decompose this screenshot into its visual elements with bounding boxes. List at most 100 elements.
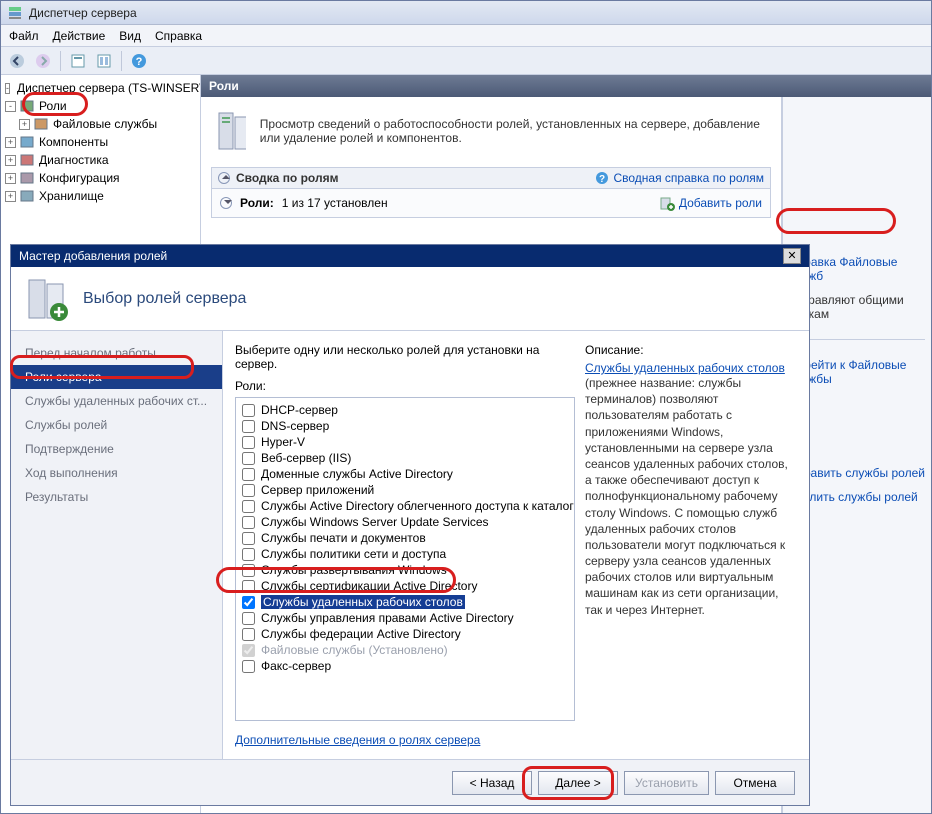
role-label: DNS-сервер xyxy=(261,419,329,433)
help-button[interactable]: ? xyxy=(127,50,151,72)
expand-icon[interactable] xyxy=(220,197,232,209)
back-button[interactable]: < Назад xyxy=(452,771,532,795)
role-label: Службы федерации Active Directory xyxy=(261,627,461,641)
summary-help-link[interactable]: ?Сводная справка по ролям xyxy=(595,171,764,185)
expander-icon[interactable]: - xyxy=(5,83,10,94)
tree-node-icon xyxy=(19,188,35,204)
role-checkbox[interactable] xyxy=(242,468,255,481)
role-label: Службы управления правами Active Directo… xyxy=(261,611,514,625)
content-header: Роли xyxy=(201,75,931,97)
role-checkbox[interactable] xyxy=(242,420,255,433)
roles-listbox[interactable]: DHCP-сервер DNS-серверHyper-VВеб-сервер (… xyxy=(235,397,575,721)
role-item[interactable]: Доменные службы Active Directory xyxy=(242,466,568,482)
properties-button[interactable] xyxy=(66,50,90,72)
role-label: Службы удаленных рабочих столов xyxy=(261,595,465,609)
expander-icon[interactable]: + xyxy=(5,173,16,184)
expander-icon[interactable]: + xyxy=(5,137,16,148)
role-item[interactable]: Службы управления правами Active Directo… xyxy=(242,610,568,626)
role-checkbox[interactable] xyxy=(242,484,255,497)
expander-icon[interactable]: + xyxy=(5,155,16,166)
tree-node-label: Диагностика xyxy=(39,153,109,167)
wizard-step[interactable]: Результаты xyxy=(11,485,222,509)
tree-node-label: Конфигурация xyxy=(39,171,120,185)
summary-section-header[interactable]: Сводка по ролям ?Сводная справка по роля… xyxy=(211,167,771,189)
role-item[interactable]: Службы политики сети и доступа xyxy=(242,546,568,562)
role-checkbox[interactable] xyxy=(242,596,255,609)
role-item[interactable]: Факс-сервер xyxy=(242,658,568,674)
tree-node[interactable]: + Диагностика xyxy=(1,151,200,169)
role-item[interactable]: Службы удаленных рабочих столов xyxy=(242,594,568,610)
nav-back-button[interactable] xyxy=(5,50,29,72)
role-checkbox[interactable] xyxy=(242,436,255,449)
wizard-step[interactable]: Ход выполнения xyxy=(11,461,222,485)
wizard-step[interactable]: Подтверждение xyxy=(11,437,222,461)
tree-node-icon xyxy=(19,152,35,168)
role-checkbox[interactable] xyxy=(242,612,255,625)
role-label: Файловые службы (Установлено) xyxy=(261,643,448,657)
server-icon xyxy=(7,5,23,21)
tree-root[interactable]: - Диспетчер сервера (TS-WINSERV xyxy=(1,79,200,97)
next-button[interactable]: Далее > xyxy=(538,771,618,795)
role-label: Доменные службы Active Directory xyxy=(261,467,453,481)
main-titlebar[interactable]: Диспетчер сервера xyxy=(1,1,931,25)
wizard-close-button[interactable]: ✕ xyxy=(783,248,801,264)
description-body: (прежнее название: службы терминалов) по… xyxy=(585,376,788,617)
role-item[interactable]: Hyper-V xyxy=(242,434,568,450)
description-title-link[interactable]: Службы удаленных рабочих столов xyxy=(585,361,785,375)
menu-view[interactable]: Вид xyxy=(119,29,141,43)
add-roles-wizard: Мастер добавления ролей ✕ Выбор ролей се… xyxy=(10,244,810,806)
role-item[interactable]: Службы Active Directory облегченного дос… xyxy=(242,498,568,514)
role-item[interactable]: Службы печати и документов xyxy=(242,530,568,546)
add-roles-link[interactable]: Добавить роли xyxy=(659,195,762,211)
role-item[interactable]: Службы сертификации Active Directory xyxy=(242,578,568,594)
role-item[interactable]: Веб-сервер (IIS) xyxy=(242,450,568,466)
tree-node-label: Файловые службы xyxy=(53,117,157,131)
install-button: Установить xyxy=(624,771,709,795)
expander-icon[interactable]: + xyxy=(19,119,30,130)
role-label: DHCP-сервер xyxy=(261,403,338,417)
tree-node-label: Хранилище xyxy=(39,189,104,203)
role-checkbox[interactable] xyxy=(242,500,255,513)
refresh-button[interactable] xyxy=(92,50,116,72)
menu-action[interactable]: Действие xyxy=(53,29,106,43)
menu-help[interactable]: Справка xyxy=(155,29,202,43)
tree-node-icon xyxy=(19,98,35,114)
tree-node[interactable]: + Конфигурация xyxy=(1,169,200,187)
expander-icon[interactable]: + xyxy=(5,191,16,202)
role-item[interactable]: DNS-сервер xyxy=(242,418,568,434)
role-checkbox[interactable] xyxy=(242,548,255,561)
role-checkbox[interactable] xyxy=(242,580,255,593)
wizard-step[interactable]: Роли сервера xyxy=(11,365,222,389)
tree-node[interactable]: -Роли xyxy=(1,97,200,115)
wizard-titlebar[interactable]: Мастер добавления ролей ✕ xyxy=(11,245,809,267)
wizard-step[interactable]: Службы ролей xyxy=(11,413,222,437)
role-item[interactable]: Службы федерации Active Directory xyxy=(242,626,568,642)
role-item[interactable]: DHCP-сервер xyxy=(242,402,568,418)
menu-file[interactable]: Файл xyxy=(9,29,39,43)
toolbar: ? xyxy=(1,47,931,75)
collapse-icon[interactable] xyxy=(218,172,230,184)
banner-text: Просмотр сведений о работоспособности ро… xyxy=(260,117,771,145)
tree-node[interactable]: + Файловые службы xyxy=(1,115,200,133)
wizard-step[interactable]: Службы удаленных рабочих ст... xyxy=(11,389,222,413)
expander-icon[interactable]: - xyxy=(5,101,16,112)
cancel-button[interactable]: Отмена xyxy=(715,771,795,795)
role-item[interactable]: Службы Windows Server Update Services xyxy=(242,514,568,530)
role-label: Факс-сервер xyxy=(261,659,331,673)
role-checkbox[interactable] xyxy=(242,452,255,465)
role-checkbox[interactable] xyxy=(242,660,255,673)
wizard-nav: Перед началом работыРоли сервераСлужбы у… xyxy=(11,331,223,759)
role-item[interactable]: Сервер приложений xyxy=(242,482,568,498)
role-checkbox[interactable] xyxy=(242,404,255,417)
tree-node[interactable]: +Компоненты xyxy=(1,133,200,151)
more-about-roles-link[interactable]: Дополнительные сведения о ролях сервера xyxy=(235,733,575,747)
role-checkbox[interactable] xyxy=(242,564,255,577)
nav-fwd-button[interactable] xyxy=(31,50,55,72)
tree-node[interactable]: + Хранилище xyxy=(1,187,200,205)
wizard-step[interactable]: Перед началом работы xyxy=(11,341,222,365)
role-checkbox[interactable] xyxy=(242,628,255,641)
role-checkbox xyxy=(242,644,255,657)
role-checkbox[interactable] xyxy=(242,516,255,529)
role-checkbox[interactable] xyxy=(242,532,255,545)
role-item[interactable]: Службы развертывания Windows xyxy=(242,562,568,578)
